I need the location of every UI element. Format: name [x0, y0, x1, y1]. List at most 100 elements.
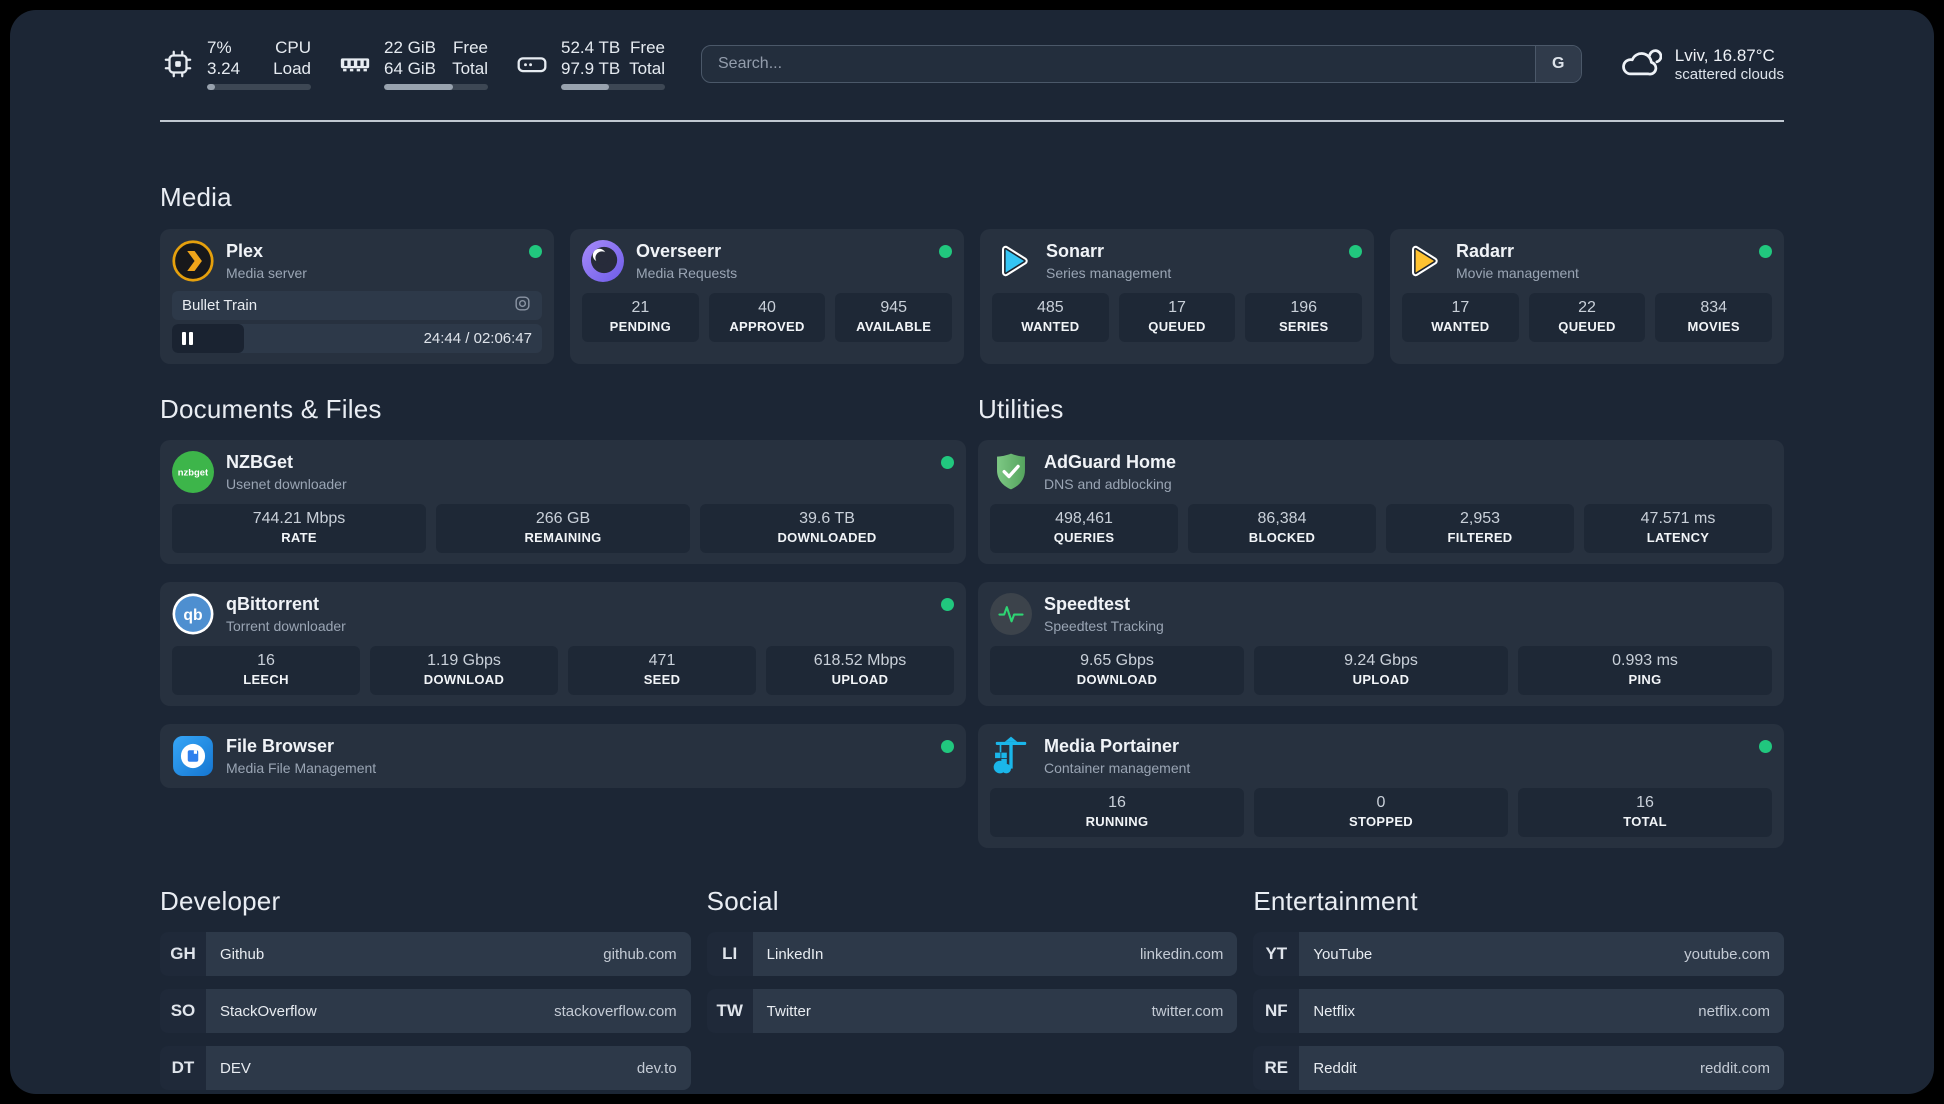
disk-progress-bar	[561, 84, 665, 91]
bookmark-badge: SO	[160, 989, 206, 1034]
bookmark-twitter[interactable]: TW Twitter twitter.com	[706, 989, 1238, 1034]
stat-value: 0.993 ms	[1612, 652, 1678, 670]
bookmark-url: reddit.com	[1699, 1059, 1770, 1077]
playback-time: 24:44 / 02:06:47	[423, 330, 532, 348]
now-playing-title-row: Bullet Train	[172, 291, 542, 321]
overseerr-icon	[582, 240, 624, 283]
app-name: Media Portainer	[1044, 736, 1180, 757]
bookmark-netflix[interactable]: NF Netflix netflix.com	[1253, 989, 1784, 1034]
sonarr-card[interactable]: Sonarr Series management 485 WANTED 17 Q…	[980, 229, 1374, 365]
bookmark-github[interactable]: GH Github github.com	[160, 932, 691, 977]
stat-box-total: 16 TOTAL	[1518, 788, 1772, 838]
cpu-load-value: 3.24	[207, 58, 241, 78]
stat-value: 86,384	[1257, 510, 1307, 528]
stat-label: RUNNING	[1085, 814, 1149, 830]
bookmark-url: dev.to	[636, 1059, 677, 1077]
app-description: Torrent downloader	[226, 618, 346, 635]
bookmark-stackoverflow[interactable]: SO StackOverflow stackoverflow.com	[160, 989, 691, 1034]
portainer-icon	[990, 735, 1032, 777]
stat-box-download: 9.65 Gbps DOWNLOAD	[990, 646, 1244, 696]
stat-label: TOTAL	[1623, 814, 1667, 830]
stat-value: 9.65 Gbps	[1080, 652, 1154, 670]
stat-value: 16	[257, 652, 275, 670]
qbittorrent-card[interactable]: qb qBittorrent Torrent downloader 16 LEE…	[160, 582, 966, 707]
stat-box-filtered: 2,953 FILTERED	[1386, 504, 1574, 554]
ram-stat-widget: 22 GiB Free 64 GiB Total	[337, 38, 488, 91]
app-description: Media File Management	[226, 760, 377, 777]
stat-label: REMAINING	[524, 530, 602, 546]
portainer-card[interactable]: Media Portainer Container management 16 …	[978, 724, 1784, 849]
adguard-card[interactable]: AdGuard Home DNS and adblocking 498,461 …	[978, 440, 1784, 565]
media-section: Media Plex Media server Bullet Train 24:…	[160, 182, 1784, 365]
now-playing-progress-bar[interactable]: 24:44 / 02:06:47	[172, 324, 542, 354]
speedtest-icon	[990, 593, 1032, 636]
bookmark-reddit[interactable]: RE Reddit reddit.com	[1253, 1046, 1784, 1091]
stat-box-remaining: 266 GB REMAINING	[436, 504, 690, 554]
radarr-card[interactable]: Radarr Movie management 17 WANTED 22 QUE…	[1390, 229, 1784, 365]
speedtest-card[interactable]: Speedtest Speedtest Tracking 9.65 Gbps D…	[978, 582, 1784, 707]
bookmark-linkedin[interactable]: LI LinkedIn linkedin.com	[706, 932, 1238, 977]
now-playing-widget: Bullet Train 24:44 / 02:06:47	[172, 291, 542, 354]
stat-label: LATENCY	[1646, 530, 1710, 546]
bookmark-dev[interactable]: DT DEV dev.to	[160, 1046, 691, 1091]
stat-label: QUEUED	[1148, 319, 1206, 335]
bookmark-badge: RE	[1253, 1046, 1300, 1091]
stat-box-approved: 40 APPROVED	[708, 293, 826, 343]
stat-label: WANTED	[1021, 319, 1080, 335]
bookmark-badge: GH	[160, 932, 206, 977]
cpu-usage-value: 7%	[207, 38, 232, 57]
stat-box-ping: 0.993 ms PING	[1518, 646, 1772, 696]
bookmark-url: linkedin.com	[1139, 945, 1224, 963]
stat-value: 17	[1168, 299, 1186, 317]
pause-icon[interactable]	[182, 332, 193, 346]
stat-box-running: 16 RUNNING	[990, 788, 1244, 838]
cpu-usage-label: CPU	[275, 38, 311, 57]
status-online-dot	[941, 740, 954, 754]
stat-label: DOWNLOADED	[777, 530, 877, 546]
stat-label: DOWNLOAD	[1076, 672, 1158, 688]
stat-value: 618.52 Mbps	[813, 652, 907, 670]
app-description: Media Requests	[636, 265, 738, 282]
app-name: NZBGet	[226, 452, 293, 473]
plex-card[interactable]: Plex Media server Bullet Train 24:44 / 0…	[160, 229, 554, 365]
section-title-social: Social	[706, 886, 779, 917]
social-section: Social LI LinkedIn linkedin.com TW Twitt…	[706, 886, 1238, 1090]
ram-total-value: 64 GiB	[384, 58, 436, 78]
filebrowser-card[interactable]: File Browser Media File Management	[160, 724, 966, 789]
adguard-icon	[990, 451, 1032, 493]
stat-box-wanted: 17 WANTED	[1402, 293, 1519, 343]
stat-box-downloaded: 39.6 TB DOWNLOADED	[700, 504, 954, 554]
stat-value: 744.21 Mbps	[252, 510, 346, 528]
ram-icon	[337, 46, 373, 82]
app-name: AdGuard Home	[1044, 452, 1177, 473]
search-engine-button[interactable]: G	[1534, 46, 1581, 83]
stat-box-queued: 22 QUEUED	[1528, 293, 1646, 343]
bookmark-youtube[interactable]: YT YouTube youtube.com	[1253, 932, 1784, 977]
weather-widget: Lviv, 16.87°C scattered clouds	[1618, 40, 1784, 89]
ram-progress-bar	[384, 84, 488, 91]
disk-total-label: Total	[629, 58, 665, 78]
search-bar: G	[701, 45, 1582, 84]
stat-label: APPROVED	[729, 319, 805, 335]
qbittorrent-icon: qb	[172, 593, 214, 635]
stat-label: RATE	[281, 530, 317, 546]
status-online-dot	[941, 598, 954, 612]
nzbget-card[interactable]: nzbget NZBGet Usenet downloader 744.21 M…	[160, 440, 966, 565]
cpu-stat-widget: 7% CPU 3.24 Load	[160, 38, 311, 91]
overseerr-card[interactable]: Overseerr Media Requests 21 PENDING 40 A…	[570, 229, 964, 365]
stat-box-queries: 498,461 QUERIES	[990, 504, 1178, 554]
search-input[interactable]	[702, 46, 1535, 83]
status-online-dot	[1349, 245, 1362, 259]
stat-box-seed: 471 SEED	[568, 646, 756, 696]
bookmark-name: StackOverflow	[220, 1002, 317, 1020]
bookmark-badge: TW	[706, 989, 753, 1034]
section-title-media: Media	[160, 182, 232, 213]
ram-free-label: Free	[453, 38, 488, 57]
stat-value: 47.571 ms	[1640, 510, 1716, 528]
stat-value: 16	[1636, 794, 1654, 812]
stat-box-wanted: 485 WANTED	[992, 293, 1109, 343]
app-description: Speedtest Tracking	[1044, 618, 1164, 635]
section-title-documents: Documents & Files	[160, 394, 382, 425]
app-description: Media server	[226, 265, 307, 282]
utilities-section: Utilities AdGuard Home DNS and adblockin…	[978, 394, 1784, 849]
